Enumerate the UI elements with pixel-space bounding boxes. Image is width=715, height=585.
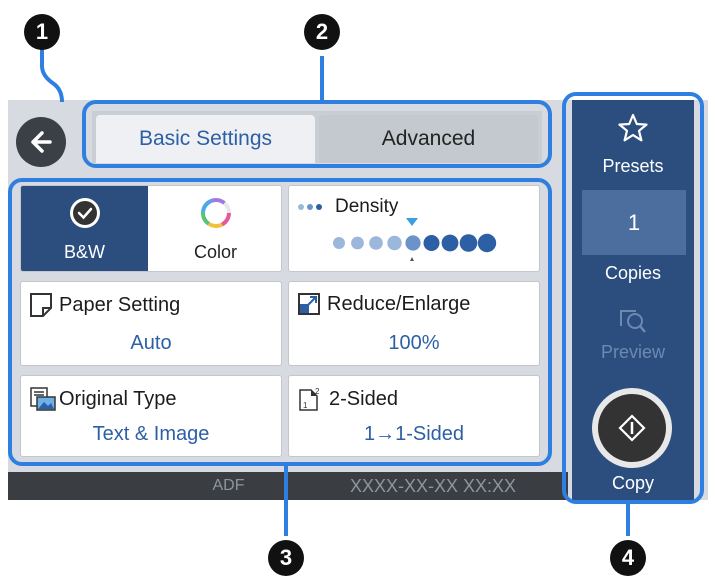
callout-2: 2 <box>304 14 340 50</box>
highlight-sidebar <box>562 92 704 504</box>
datetime-display: XXXX-XX-XX XX:XX <box>349 475 517 496</box>
callout-4: 4 <box>610 540 646 576</box>
callout-2-line <box>320 56 324 100</box>
adf-indicator: ADF <box>212 477 245 494</box>
copy-screen-figure: Basic Settings Advanced B&W Color Densit… <box>0 0 715 585</box>
callout-3: 3 <box>268 540 304 576</box>
callout-1: 1 <box>24 14 60 50</box>
arrow-left-icon <box>31 131 52 153</box>
status-bar: ADF XXXX-XX-XX XX:XX <box>8 472 568 500</box>
highlight-tabs <box>82 100 552 168</box>
highlight-settings <box>8 178 552 466</box>
callout-1-line <box>40 44 64 103</box>
callout-3-line <box>284 466 288 536</box>
callout-4-line <box>626 504 630 536</box>
back-button[interactable] <box>16 117 66 167</box>
